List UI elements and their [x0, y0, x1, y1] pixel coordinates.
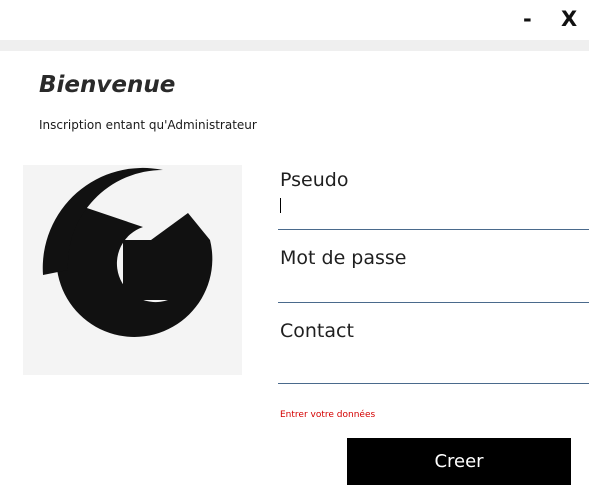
pseudo-input[interactable] [278, 204, 589, 230]
g-logo-icon [42, 167, 213, 337]
minimize-button[interactable]: - [523, 5, 532, 33]
close-button[interactable]: X [561, 5, 577, 33]
contact-input[interactable] [278, 358, 589, 384]
pseudo-label: Pseudo [280, 169, 349, 191]
password-input[interactable] [278, 277, 589, 303]
welcome-title: Bienvenue [39, 72, 176, 98]
signup-subtitle: Inscription entant qu'Administrateur [39, 118, 257, 132]
signup-window: - X Bienvenue Inscription entant qu'Admi… [0, 0, 589, 493]
header-divider [0, 40, 589, 51]
title-bar: - X [0, 0, 589, 40]
create-button[interactable]: Creer [347, 438, 571, 485]
text-caret [280, 198, 281, 213]
error-message: Entrer votre données [280, 410, 376, 420]
logo-panel [23, 165, 242, 375]
contact-label: Contact [280, 320, 354, 342]
password-label: Mot de passe [280, 247, 407, 269]
